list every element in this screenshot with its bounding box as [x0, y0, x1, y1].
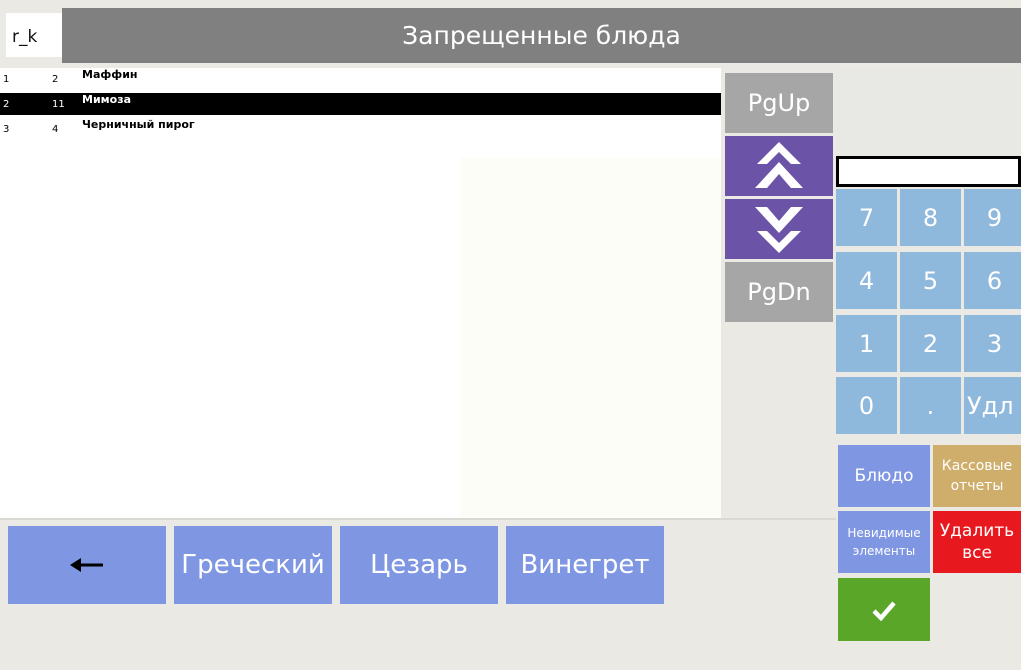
back-button[interactable]: [8, 526, 166, 604]
invisible-label-1: Невидимые: [847, 526, 921, 540]
row-code: 2: [52, 74, 59, 85]
scroll-down-button[interactable]: [725, 199, 833, 259]
row-name: Черничный пирог: [82, 118, 195, 131]
row-name: Мимоза: [82, 93, 132, 106]
cash-reports-label-2: отчеты: [950, 478, 1004, 494]
double-chevron-up-icon: [755, 142, 803, 188]
list-item[interactable]: 3 4 Черничный пирог: [0, 118, 721, 140]
key-2[interactable]: 2: [900, 315, 961, 372]
delete-all-button[interactable]: Удалить все: [933, 511, 1021, 573]
scroll-up-button[interactable]: [725, 136, 833, 196]
double-chevron-down-icon: [755, 207, 803, 253]
key-decimal[interactable]: .: [900, 377, 961, 434]
confirm-button[interactable]: [838, 578, 930, 641]
row-index: 3: [3, 124, 10, 135]
cash-reports-label-1: Кассовые: [941, 458, 1013, 474]
key-9[interactable]: 9: [964, 189, 1021, 246]
row-index: 1: [3, 74, 10, 85]
row-code: 4: [52, 124, 59, 135]
key-4[interactable]: 4: [836, 252, 897, 309]
invisible-elements-button[interactable]: Невидимые элементы: [838, 511, 930, 573]
key-6[interactable]: 6: [964, 252, 1021, 309]
dish-button-greek[interactable]: Греческий: [174, 526, 332, 604]
key-0[interactable]: 0: [836, 377, 897, 434]
row-name: Маффин: [82, 68, 138, 81]
arrow-left-icon: [70, 558, 103, 572]
key-8[interactable]: 8: [900, 189, 961, 246]
list-item[interactable]: 1 2 Маффин: [0, 68, 721, 90]
divider: [0, 518, 836, 520]
user-label: r_k: [6, 13, 62, 57]
list-item-selected[interactable]: 2 11 Мимоза: [0, 93, 721, 115]
dish-button[interactable]: Блюдо: [838, 445, 930, 507]
delete-all-label-1: Удалить: [939, 521, 1015, 541]
checkmark-icon: [872, 601, 896, 621]
dish-button-caesar[interactable]: Цезарь: [340, 526, 498, 604]
key-delete[interactable]: Удл: [964, 377, 1021, 434]
invisible-label-2: элементы: [852, 544, 916, 558]
row-code: 11: [52, 99, 65, 110]
dish-button-vinegret[interactable]: Винегрет: [506, 526, 664, 604]
list-empty-area: [460, 158, 721, 518]
key-7[interactable]: 7: [836, 189, 897, 246]
delete-all-label-2: все: [962, 543, 992, 563]
dish-list: 1 2 Маффин 2 11 Мимоза 3 4 Черничный пир…: [0, 68, 721, 518]
key-1[interactable]: 1: [836, 315, 897, 372]
key-5[interactable]: 5: [900, 252, 961, 309]
row-index: 2: [3, 99, 10, 110]
key-3[interactable]: 3: [964, 315, 1021, 372]
page-down-button[interactable]: PgDn: [725, 262, 833, 322]
keypad-input[interactable]: [836, 156, 1021, 187]
page-title: Запрещенные блюда: [402, 21, 681, 50]
page-up-button[interactable]: PgUp: [725, 73, 833, 133]
cash-reports-button[interactable]: Кассовые отчеты: [933, 445, 1021, 507]
keypad-display: [836, 68, 1021, 156]
